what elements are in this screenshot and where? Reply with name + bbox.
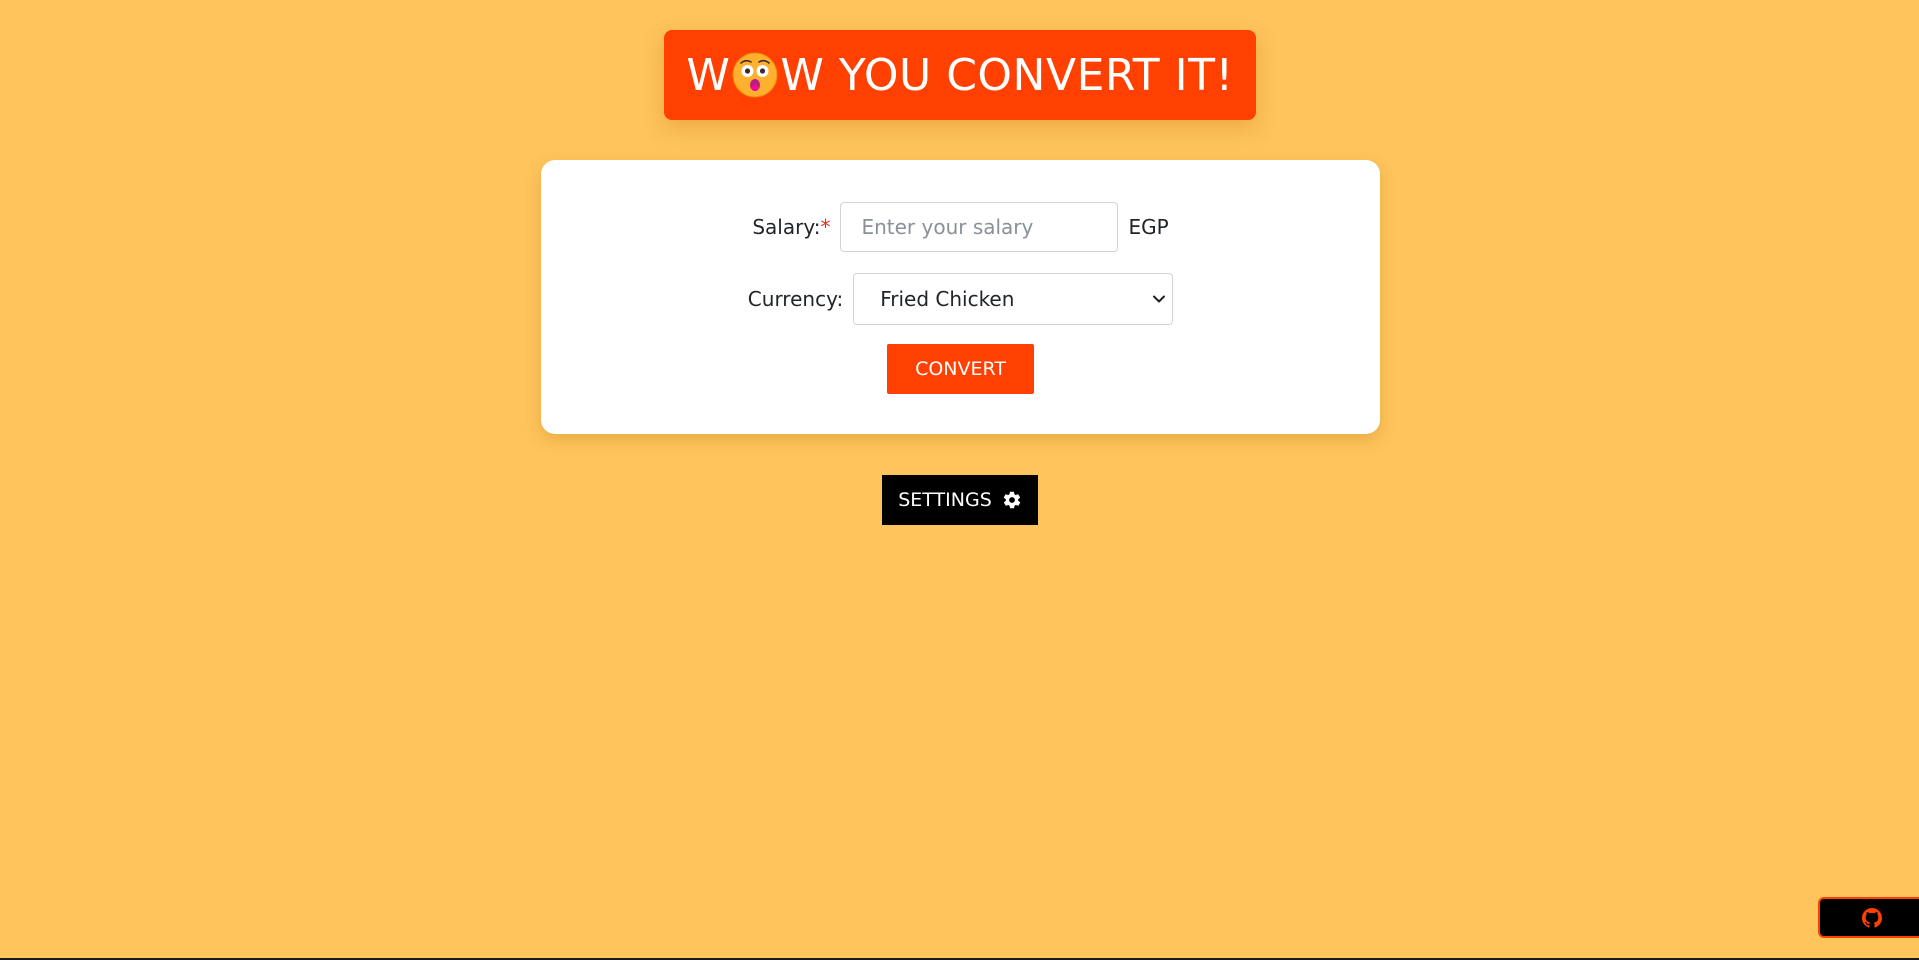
- currency-select[interactable]: Fried Chicken: [853, 273, 1174, 325]
- salary-unit: EGP: [1128, 215, 1169, 239]
- salary-input[interactable]: [840, 202, 1119, 252]
- title-prefix: W: [686, 49, 731, 101]
- gear-icon: [1003, 491, 1020, 509]
- currency-row: Currency: Fried Chicken: [541, 273, 1380, 325]
- settings-button[interactable]: SETTINGS: [882, 475, 1038, 525]
- converter-card: Salary:* EGP Currency: Fried Chicken CON…: [541, 160, 1380, 434]
- salary-label: Salary:*: [752, 215, 831, 239]
- currency-selected-value: Fried Chicken: [880, 287, 1015, 311]
- astonished-face-icon: [732, 52, 778, 98]
- convert-button[interactable]: CONVERT: [887, 344, 1034, 394]
- page-title: W W YOU CONVERT IT!: [664, 30, 1256, 120]
- page: W W YOU CONVERT IT! Salary:* EGP Currenc…: [0, 0, 1919, 960]
- settings-label: SETTINGS: [898, 489, 992, 511]
- required-mark: *: [820, 215, 831, 239]
- currency-label: Currency:: [747, 287, 844, 311]
- title-suffix: W YOU CONVERT IT!: [780, 49, 1234, 101]
- github-icon: [1862, 907, 1882, 928]
- salary-row: Salary:* EGP: [541, 201, 1380, 253]
- chevron-down-icon: [1153, 295, 1166, 303]
- github-button[interactable]: [1818, 897, 1919, 938]
